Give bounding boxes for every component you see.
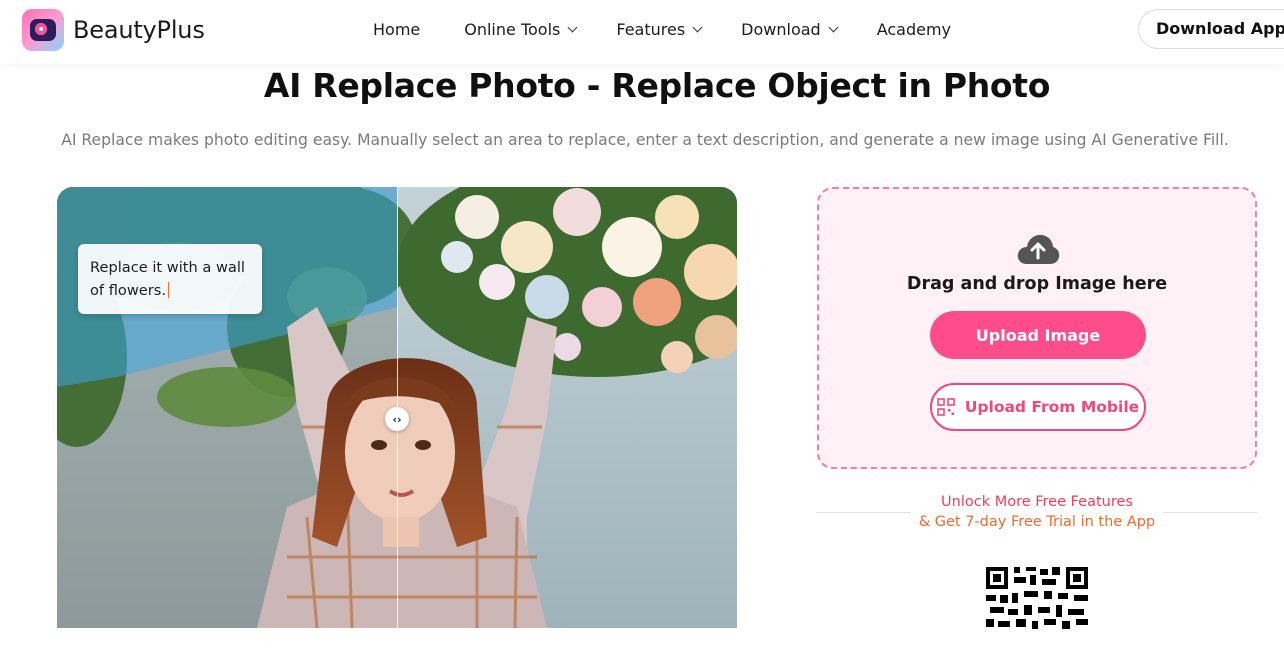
page-title: AI Replace Photo - Replace Object in Pho…	[263, 66, 1051, 105]
comparison-slider-handle[interactable]: ‹›	[385, 407, 409, 431]
upload-from-mobile-button[interactable]: Upload From Mobile	[930, 383, 1146, 431]
app-download-qr-code	[984, 565, 1090, 671]
chevron-down-icon	[828, 22, 839, 32]
nav-item-label: Download	[741, 19, 821, 39]
nav-item-home[interactable]: Home	[373, 18, 420, 40]
prompt-text-line1: Replace it with a wall	[90, 259, 245, 276]
nav-item-label: Online Tools	[464, 19, 561, 39]
before-after-demo-image: Replace it with a wall of flowers. ‹›	[57, 187, 737, 628]
top-navbar: BeautyPlus Home Online Tools Features Do…	[0, 0, 1284, 64]
drag-drop-label: Drag and drop Image here	[906, 274, 1168, 294]
nav-item-features[interactable]: Features	[616, 18, 703, 40]
prompt-text-line2: of flowers.	[90, 282, 166, 299]
upload-dropzone[interactable]: Drag and drop Image here Upload Image Up…	[817, 187, 1257, 469]
nav-item-label: Features	[616, 19, 686, 39]
chevron-down-icon	[567, 22, 578, 32]
prompt-text-box: Replace it with a wall of flowers.	[78, 244, 262, 314]
nav-item-academy[interactable]: Academy	[877, 18, 951, 40]
qr-code-icon	[937, 398, 955, 416]
upload-from-mobile-label: Upload From Mobile	[964, 398, 1140, 416]
divider-right	[1163, 512, 1257, 513]
arrows-left-right-icon: ‹›	[392, 412, 402, 426]
download-app-button[interactable]: Download App	[1138, 9, 1284, 49]
chevron-down-icon	[692, 22, 703, 32]
promo-text-line1: Unlock More Free Features	[941, 494, 1133, 510]
nav-item-download[interactable]: Download	[741, 18, 839, 40]
nav-item-label: Home	[373, 19, 421, 39]
nav-item-label: Academy	[876, 19, 952, 39]
promo-text-line2: & Get 7-day Free Trial in the App	[918, 514, 1156, 530]
brand-name: BeautyPlus	[73, 16, 205, 44]
text-caret-icon	[167, 282, 170, 298]
divider-left	[816, 512, 911, 513]
page-subtitle: AI Replace makes photo editing easy. Man…	[61, 131, 1229, 149]
nav-links: Home Online Tools Features Download Acad…	[373, 18, 995, 40]
brand-logo[interactable]: BeautyPlus	[22, 9, 205, 51]
nav-item-online-tools[interactable]: Online Tools	[464, 18, 578, 40]
beautyplus-logo-icon	[22, 9, 64, 51]
cloud-upload-icon	[1017, 234, 1060, 264]
upload-image-button[interactable]: Upload Image	[930, 311, 1146, 359]
